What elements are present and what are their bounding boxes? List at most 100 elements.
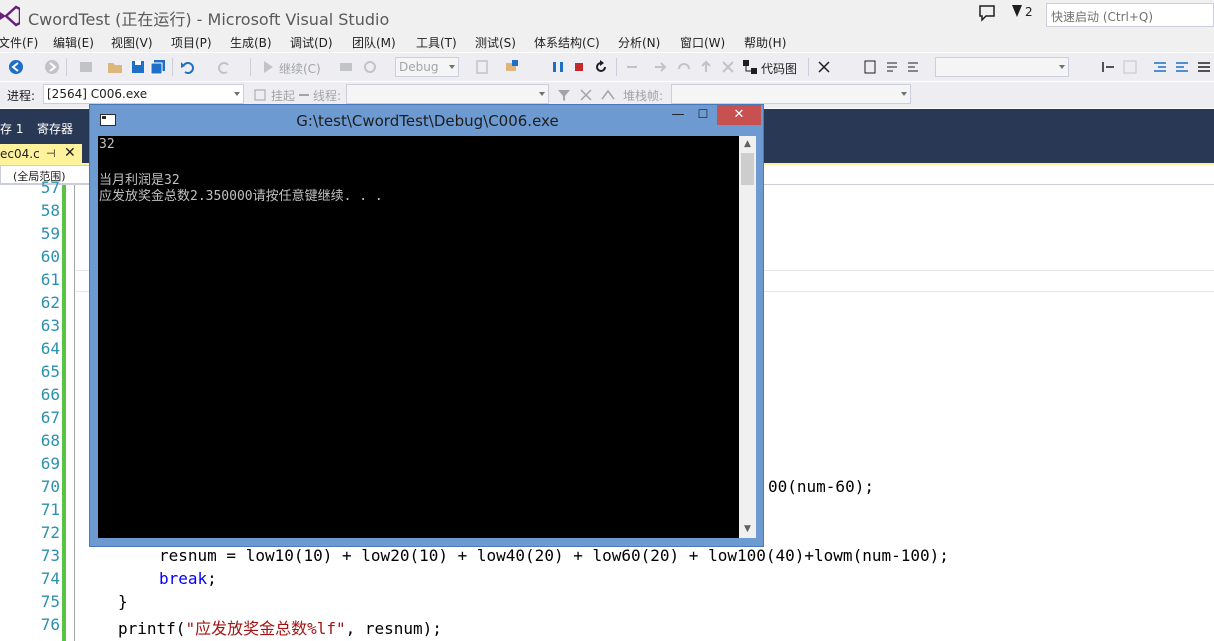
line-number: 65 [40,362,60,381]
quick-launch-input[interactable]: 快速启动 (Ctrl+Q) [1046,3,1214,27]
close-tab-icon[interactable]: ✕ [64,145,76,161]
title-bar: CwordTest (正在运行) - Microsoft Visual Stud… [0,0,1214,32]
close-icon[interactable]: ✕ [717,105,761,125]
show-next-statement-icon[interactable] [624,59,640,75]
menu-architecture[interactable]: 体系结构(C) [534,34,600,51]
flag-thread-icon[interactable] [578,87,594,103]
hex-display-icon[interactable] [720,59,736,75]
format-code-icon[interactable] [816,59,832,75]
menu-debug[interactable]: 调试(D) [290,34,333,51]
standard-toolbar: 继续(C) Debug 代码图 [0,53,1214,81]
redo-icon[interactable] [216,59,232,75]
device-icon[interactable] [474,59,490,75]
code-line-75: } [118,592,128,611]
break-all-icon[interactable] [550,59,566,75]
bookmark-icon[interactable] [905,59,921,75]
outdent-icon[interactable] [1100,59,1116,75]
toggle-whitespace-icon[interactable] [1196,59,1212,75]
scroll-up-icon[interactable]: ▲ [739,136,756,153]
continue-button[interactable]: 继续(C) [279,60,321,77]
code-line-73: resnum = low10(10) + low20(10) + low40(2… [159,546,949,565]
line-number: 57 [40,178,60,197]
line-number: 61 [40,270,60,289]
menu-test[interactable]: 测试(S) [475,34,516,51]
notification-count[interactable]: 2 [1025,5,1033,19]
menu-project[interactable]: 项目(P) [171,34,212,51]
indent-icon[interactable] [1122,59,1138,75]
code-line-76: printf("应发放奖金总数%lf", resnum); [118,619,442,638]
comment-icon[interactable] [862,59,878,75]
console-window[interactable]: G:\test\CwordTest\Debug\C006.exe — ☐ ✕ 3… [89,104,764,547]
step-into-icon[interactable] [652,59,668,75]
menu-window[interactable]: 窗口(W) [680,34,725,51]
keyword-break: break [159,569,208,588]
suspend-button[interactable]: 挂起 [271,87,295,104]
code-line-70: 00(num-60); [768,477,874,496]
menu-edit[interactable]: 编辑(E) [53,34,94,51]
line-number: 75 [40,592,60,611]
console-output[interactable]: 32 当月利润是32 应发放奖金总数2.350000请按任意键继续. . . [98,136,739,538]
step-out-icon[interactable] [698,59,714,75]
solution-config-select[interactable]: Debug [395,57,459,77]
code-map-icon[interactable] [742,59,758,75]
menu-analyze[interactable]: 分析(N) [618,34,660,51]
outlining-guide [74,185,75,641]
tool-tab-memory[interactable]: 存 1 [0,120,23,137]
process-select[interactable]: [2564] C006.exe [43,84,244,104]
process-label: 进程: [7,89,36,103]
scroll-down-icon[interactable]: ▼ [739,521,756,538]
console-line: 32 [99,137,115,152]
stack-frame-select[interactable] [671,84,911,104]
decrease-indent-icon[interactable] [1152,59,1168,75]
minimize-icon[interactable]: — [666,107,690,125]
document-tab-label: ec04.c [0,147,40,161]
menu-view[interactable]: 视图(V) [111,34,153,51]
console-line: 应发放奖金总数2.350000请按任意键继续. . . [99,189,383,204]
menu-help[interactable]: 帮助(H) [744,34,786,51]
open-file-icon[interactable] [107,59,123,75]
navigate-forward-icon[interactable] [44,59,60,75]
find-combo[interactable] [935,57,1069,77]
line-number: 69 [40,454,60,473]
line-number: 76 [40,615,60,634]
continue-icon[interactable] [260,59,276,75]
navigate-back-icon[interactable] [8,59,24,75]
maximize-icon[interactable]: ☐ [691,107,715,125]
tool-tab-registers[interactable]: 寄存器 [37,120,73,137]
find-icon[interactable] [504,59,520,75]
increase-indent-icon[interactable] [1174,59,1190,75]
suspend-icon[interactable] [252,87,268,103]
step-over-icon[interactable] [676,59,692,75]
line-number: 62 [40,293,60,312]
change-tracking-bar [62,185,66,641]
stop-debugging-icon[interactable] [571,59,587,75]
restart-debugging-icon[interactable] [593,59,609,75]
attach-icon[interactable] [338,59,354,75]
document-tab[interactable]: ec04.c ⊣ ✕ [0,144,82,163]
console-scrollbar[interactable]: ▲ ▼ [739,136,756,538]
scroll-thumb[interactable] [741,153,754,185]
new-project-icon[interactable] [78,59,94,75]
undo-icon[interactable] [180,59,196,75]
code-map-button[interactable]: 代码图 [761,60,797,77]
menu-team[interactable]: 团队(M) [352,34,396,51]
string-literal: "应发放奖金总数%lf" [185,619,346,638]
line-number: 67 [40,408,60,427]
filter-icon[interactable] [556,87,572,103]
line-number: 64 [40,339,60,358]
line-number: 59 [40,224,60,243]
notification-flag-icon[interactable] [1012,5,1022,17]
menu-build[interactable]: 生成(B) [230,34,272,51]
thread-icon[interactable] [296,87,312,103]
line-number: 58 [40,201,60,220]
menu-tools[interactable]: 工具(T) [416,34,457,51]
save-icon[interactable] [130,59,146,75]
menu-file[interactable]: 文件(F) [0,34,38,51]
uncomment-icon[interactable] [884,59,900,75]
restart-icon[interactable] [362,59,378,75]
unflag-thread-icon[interactable] [600,87,616,103]
feedback-icon[interactable] [978,4,996,22]
thread-select[interactable] [346,84,549,104]
save-all-icon[interactable] [150,59,166,75]
pin-icon[interactable]: ⊣ [46,147,56,160]
